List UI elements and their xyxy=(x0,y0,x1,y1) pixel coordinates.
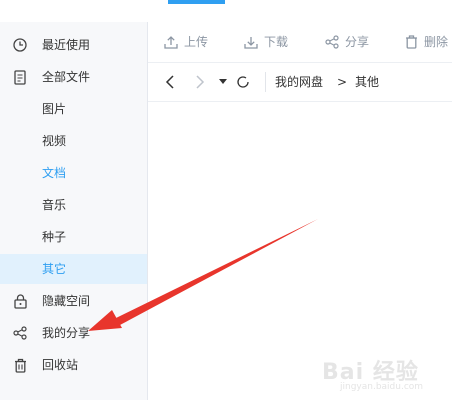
sidebar-item-label: 回收站 xyxy=(42,358,79,372)
share-icon xyxy=(12,325,28,341)
nav-divider xyxy=(265,72,266,92)
dropdown-icon[interactable] xyxy=(215,74,231,90)
sidebar-item-label: 种子 xyxy=(42,230,67,244)
download-label: 下载 xyxy=(264,35,289,49)
lock-icon xyxy=(12,293,28,309)
sidebar: 最近使用 全部文件 图片 视频 文档 音乐 种子 其它 隐藏空间 我的分享 回收… xyxy=(0,22,148,400)
active-tab-indicator xyxy=(168,0,225,4)
sidebar-item-recycle-bin[interactable]: 回收站 xyxy=(0,350,147,380)
sidebar-item-label: 全部文件 xyxy=(42,70,91,84)
delete-button[interactable]: 删除 xyxy=(405,34,448,50)
file-icon xyxy=(12,69,28,85)
refresh-icon[interactable] xyxy=(235,74,251,90)
breadcrumb-separator: > xyxy=(337,75,348,89)
upload-label: 上传 xyxy=(184,35,209,49)
delete-label: 删除 xyxy=(424,35,449,49)
download-icon xyxy=(244,37,258,49)
sidebar-item-hidden-space[interactable]: 隐藏空间 xyxy=(0,286,147,316)
sidebar-item-label: 图片 xyxy=(42,102,67,116)
sidebar-item-images[interactable]: 图片 xyxy=(0,94,147,124)
watermark-url: jingyan.baidu.com xyxy=(340,382,424,392)
sidebar-item-label: 最近使用 xyxy=(42,38,91,52)
sidebar-item-label: 我的分享 xyxy=(42,326,91,340)
sidebar-item-other[interactable]: 其它 xyxy=(0,254,147,284)
sidebar-item-label: 视频 xyxy=(42,134,67,148)
sidebar-item-my-shares[interactable]: 我的分享 xyxy=(0,318,147,348)
sidebar-item-torrents[interactable]: 种子 xyxy=(0,222,147,252)
download-button[interactable]: 下载 xyxy=(244,34,288,50)
sidebar-item-label: 其它 xyxy=(42,262,67,276)
watermark: Bai 经验 jingyan.baidu.com xyxy=(310,346,452,400)
top-tab-bar xyxy=(0,0,452,22)
share-icon xyxy=(325,35,339,49)
upload-icon xyxy=(164,36,178,49)
back-icon[interactable] xyxy=(162,74,178,90)
sidebar-item-recent[interactable]: 最近使用 xyxy=(0,30,147,60)
share-label: 分享 xyxy=(345,35,370,49)
breadcrumb-root[interactable]: 我的网盘 xyxy=(275,74,323,90)
trash-icon xyxy=(12,357,28,373)
sidebar-item-label: 隐藏空间 xyxy=(42,294,91,308)
share-button[interactable]: 分享 xyxy=(325,34,369,50)
sidebar-item-videos[interactable]: 视频 xyxy=(0,126,147,156)
sidebar-item-all-files[interactable]: 全部文件 xyxy=(0,62,147,92)
upload-button[interactable]: 上传 xyxy=(164,34,208,50)
trash-icon xyxy=(406,35,417,49)
forward-icon[interactable] xyxy=(192,74,208,90)
breadcrumb-current: 其他 xyxy=(355,75,380,89)
sidebar-item-label: 文档 xyxy=(42,166,67,180)
toolbar: 上传 下载 分享 删除 xyxy=(148,22,452,63)
sidebar-item-documents[interactable]: 文档 xyxy=(0,158,147,188)
sidebar-item-label: 音乐 xyxy=(42,198,67,212)
sidebar-item-music[interactable]: 音乐 xyxy=(0,190,147,220)
navigation-bar: 我的网盘 > 其他 xyxy=(148,63,452,102)
main-panel: 上传 下载 分享 删除 我的网盘 > 其他 xyxy=(148,22,452,400)
clock-icon xyxy=(12,37,28,53)
